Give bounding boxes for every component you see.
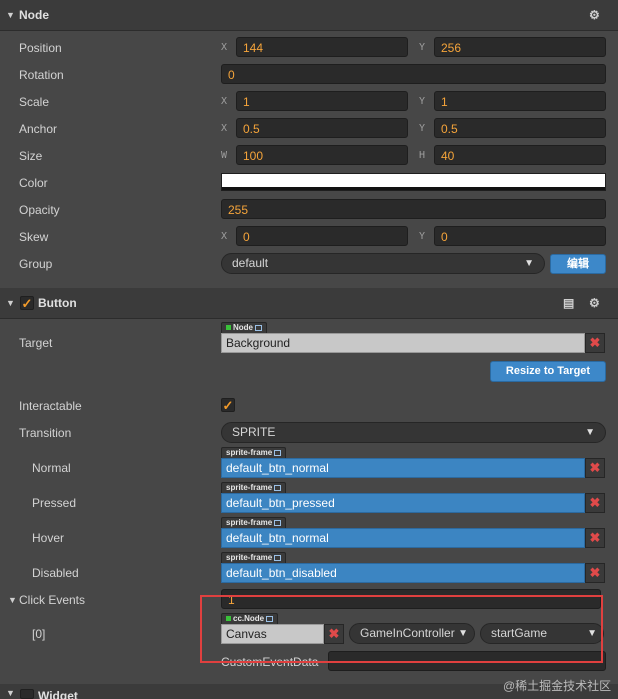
transition-dropdown[interactable]: SPRITE ▼ [221, 422, 606, 443]
collapse-arrow-icon[interactable]: ▼ [6, 10, 15, 20]
hover-clear-button[interactable]: ✖ [585, 528, 605, 548]
pressed-type-tag: sprite-frame [221, 482, 287, 493]
target-label: Target [19, 336, 53, 350]
position-x-field[interactable]: 144 [236, 37, 408, 57]
target-type-tag: Node [221, 322, 267, 333]
group-dropdown[interactable]: default ▼ [221, 253, 545, 274]
normal-type-tag: sprite-frame [221, 447, 287, 458]
click-events-label: Click Events [19, 593, 86, 607]
skew-label: Skew [19, 230, 49, 244]
anchor-label: Anchor [19, 122, 58, 136]
color-swatch[interactable] [221, 173, 606, 191]
manual-icon[interactable]: ▤ [563, 296, 574, 310]
rotation-label: Rotation [19, 68, 64, 82]
anchor-y-axis: Y [419, 123, 426, 134]
anchor-x-field[interactable]: 0.5 [236, 118, 408, 138]
widget-enabled-checkbox[interactable] [20, 689, 34, 699]
node-section-header[interactable]: ▼ Node ⚙ [0, 0, 618, 31]
link-icon[interactable] [274, 519, 282, 526]
anchor-x-axis: X [221, 123, 228, 134]
size-h-field[interactable]: 40 [434, 145, 606, 165]
interactable-checkbox[interactable]: ✓ [221, 398, 235, 412]
opacity-field[interactable]: 255 [221, 199, 606, 219]
button-section-header[interactable]: ▼ ✓ Button ▤ ⚙ [0, 288, 618, 319]
skew-x-axis: X [221, 231, 228, 242]
gear-icon[interactable]: ⚙ [589, 296, 600, 310]
position-y-field[interactable]: 256 [434, 37, 606, 57]
anchor-y-field[interactable]: 0.5 [434, 118, 606, 138]
transition-value: SPRITE [232, 425, 276, 439]
link-icon[interactable] [274, 554, 282, 561]
caret-down-icon: ▼ [524, 258, 534, 269]
node-type-icon [226, 325, 231, 331]
group-label: Group [19, 257, 53, 271]
skew-x-field[interactable]: 0 [236, 226, 408, 246]
skew-y-axis: Y [419, 231, 426, 242]
resize-to-target-button[interactable]: Resize to Target [490, 361, 606, 382]
disabled-sprite-field[interactable]: default_btn_disabled [221, 563, 585, 583]
scale-y-axis: Y [419, 96, 426, 107]
widget-section-title: Widget [38, 689, 78, 699]
disabled-label: Disabled [32, 566, 79, 580]
click-events-arrow-icon[interactable]: ▼ [8, 595, 17, 605]
size-h-axis: H [419, 150, 426, 161]
link-icon[interactable] [274, 484, 282, 491]
position-label: Position [19, 41, 62, 55]
disabled-type-tag: sprite-frame [221, 552, 287, 563]
caret-down-icon: ▼ [585, 427, 595, 438]
scale-x-field[interactable]: 1 [236, 91, 408, 111]
scale-y-field[interactable]: 1 [434, 91, 606, 111]
watermark: @稀土掘金技术社区 [503, 679, 612, 693]
pressed-sprite-field[interactable]: default_btn_pressed [221, 493, 585, 513]
disabled-clear-button[interactable]: ✖ [585, 563, 605, 583]
event-0-label: [0] [32, 627, 46, 641]
rotation-field[interactable]: 0 [221, 64, 606, 84]
group-edit-button[interactable]: 编辑 [550, 254, 606, 274]
position-x-axis: X [221, 42, 228, 53]
skew-y-field[interactable]: 0 [434, 226, 606, 246]
hover-sprite-field[interactable]: default_btn_normal [221, 528, 585, 548]
node-section-title: Node [19, 8, 49, 22]
color-label: Color [19, 176, 48, 190]
group-value: default [232, 256, 269, 270]
collapse-arrow-icon[interactable]: ▼ [6, 688, 15, 698]
transition-label: Transition [19, 426, 72, 440]
normal-clear-button[interactable]: ✖ [585, 458, 605, 478]
gear-icon[interactable]: ⚙ [589, 8, 600, 22]
collapse-arrow-icon[interactable]: ▼ [6, 298, 15, 308]
button-enabled-checkbox[interactable]: ✓ [20, 296, 34, 310]
interactable-label: Interactable [19, 399, 82, 413]
link-icon[interactable] [255, 324, 262, 331]
target-clear-button[interactable]: ✖ [585, 333, 605, 353]
target-field[interactable]: Background [221, 333, 585, 353]
opacity-label: Opacity [19, 203, 60, 217]
scale-x-axis: X [221, 96, 228, 107]
hover-label: Hover [32, 531, 65, 545]
highlight-box [200, 595, 603, 663]
normal-sprite-field[interactable]: default_btn_normal [221, 458, 585, 478]
hover-type-tag: sprite-frame [221, 517, 287, 528]
pressed-clear-button[interactable]: ✖ [585, 493, 605, 513]
position-y-axis: Y [419, 42, 426, 53]
scale-label: Scale [19, 95, 50, 109]
size-w-axis: W [221, 150, 228, 161]
button-section-title: Button [38, 296, 77, 310]
size-w-field[interactable]: 100 [236, 145, 408, 165]
pressed-label: Pressed [32, 496, 77, 510]
link-icon[interactable] [274, 449, 282, 456]
size-label: Size [19, 149, 43, 163]
normal-label: Normal [32, 461, 71, 475]
